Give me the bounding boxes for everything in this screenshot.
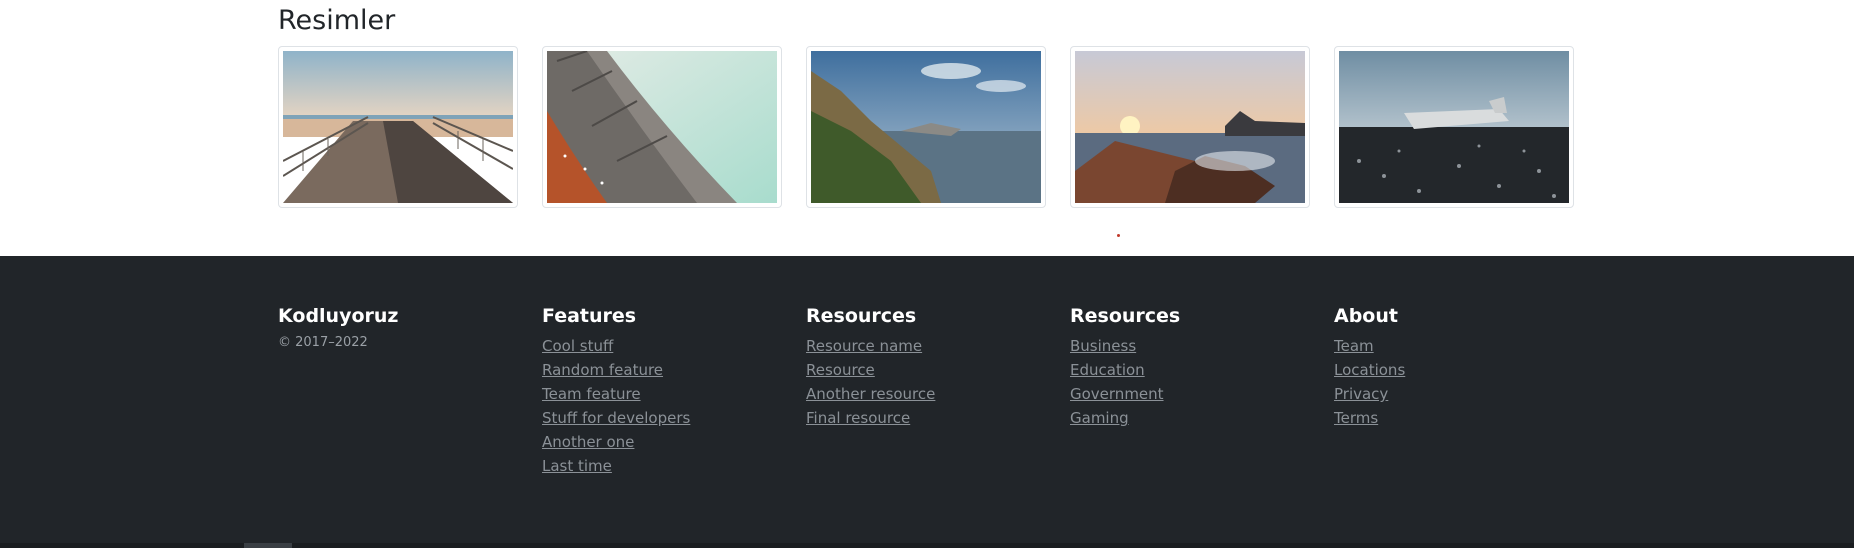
boardwalk-pier-image: [283, 51, 513, 203]
footer-link[interactable]: Random feature: [542, 361, 663, 379]
footer-link[interactable]: Cool stuff: [542, 337, 613, 355]
footer-brand: Kodluyoruz © 2017–2022: [278, 304, 528, 352]
footer-column-resources-2: Resources Business Education Government …: [1070, 304, 1320, 430]
gallery-title: Resimler: [278, 5, 396, 36]
gallery-item[interactable]: [806, 46, 1046, 208]
copyright-text: © 2017–2022: [278, 335, 368, 350]
footer-column-title: Features: [542, 305, 637, 327]
footer-brand-title: Kodluyoruz: [278, 305, 399, 327]
gallery-item[interactable]: [278, 46, 518, 208]
carousel-indicator-dot: [1117, 234, 1120, 237]
gallery-item[interactable]: [1334, 46, 1574, 208]
curved-building-image: [547, 51, 777, 203]
plane-wreck-image: [1339, 51, 1569, 203]
footer-link[interactable]: Business: [1070, 337, 1136, 355]
footer-link[interactable]: Stuff for developers: [542, 409, 690, 427]
footer-link[interactable]: Resource: [806, 361, 875, 379]
footer-link[interactable]: Privacy: [1334, 385, 1388, 403]
gallery-item[interactable]: [542, 46, 782, 208]
footer-column-resources: Resources Resource name Resource Another…: [806, 304, 1056, 430]
footer-link[interactable]: Final resource: [806, 409, 910, 427]
footer-link[interactable]: Education: [1070, 361, 1145, 379]
image-gallery: [278, 46, 1576, 208]
footer-column-title: Resources: [806, 305, 917, 327]
footer-bottom-bar: [0, 543, 1854, 548]
footer-column-features: Features Cool stuff Random feature Team …: [542, 304, 792, 478]
footer-link[interactable]: Resource name: [806, 337, 922, 355]
sunset-rocks-image: [1075, 51, 1305, 203]
footer-link[interactable]: Team feature: [542, 385, 641, 403]
footer-column-about: About Team Locations Privacy Terms: [1334, 304, 1584, 430]
footer-link[interactable]: Team: [1334, 337, 1374, 355]
footer-link[interactable]: Locations: [1334, 361, 1405, 379]
scrollbar-thumb[interactable]: [244, 543, 292, 548]
coastal-cliffs-image: [811, 51, 1041, 203]
footer-link[interactable]: Another resource: [806, 385, 935, 403]
footer-link[interactable]: Terms: [1334, 409, 1378, 427]
footer-column-title: Resources: [1070, 305, 1181, 327]
footer-link[interactable]: Another one: [542, 433, 634, 451]
footer-link[interactable]: Gaming: [1070, 409, 1129, 427]
gallery-item[interactable]: [1070, 46, 1310, 208]
footer-link[interactable]: Government: [1070, 385, 1164, 403]
footer-column-title: About: [1334, 305, 1398, 327]
footer-link[interactable]: Last time: [542, 457, 612, 475]
